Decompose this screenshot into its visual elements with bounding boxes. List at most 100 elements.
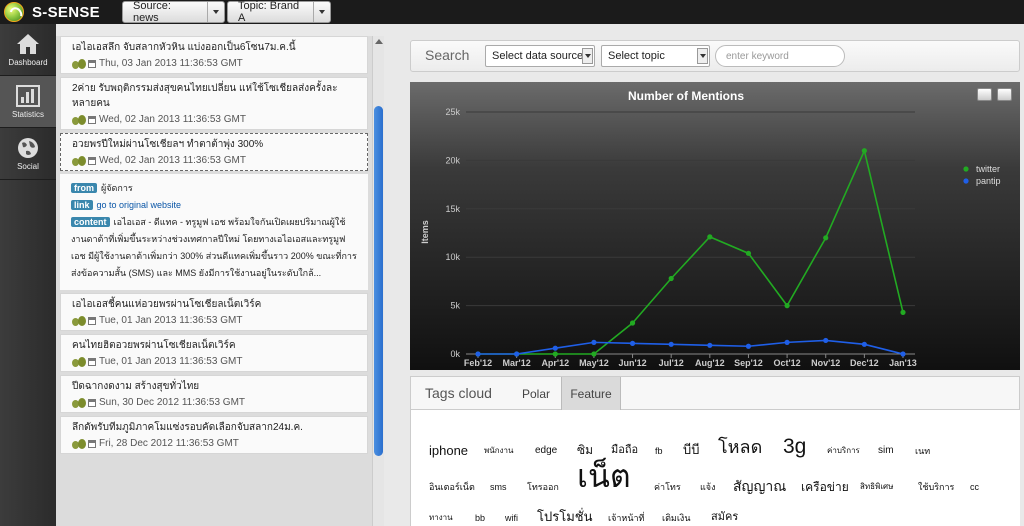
data-point-twitter	[552, 351, 558, 357]
print-icon[interactable]	[977, 88, 992, 101]
news-item[interactable]: 2ค่าย รับพฤติกรรมส่งสุขคนไทยเปลี่ยน แห่ใ…	[60, 77, 368, 130]
original-website-link[interactable]: go to original website	[97, 200, 182, 210]
people-icon	[72, 155, 86, 166]
tag-word[interactable]: wifi	[505, 514, 518, 523]
tag-word[interactable]: fb	[655, 447, 663, 456]
download-icon[interactable]	[997, 88, 1012, 101]
news-item[interactable]: ลึกดัพรับทีมภูมิภาคโมแซ่งรอบคัดเลือกจับส…	[60, 416, 368, 454]
news-date: Tue, 01 Jan 2013 11:36:53 GMT	[99, 315, 243, 326]
tag-word[interactable]: อินเตอร์เน็ต	[429, 483, 475, 492]
legend-label: twitter	[976, 164, 1000, 174]
tag-word[interactable]: iphone	[429, 444, 468, 457]
tag-word[interactable]: แจ้ง	[700, 483, 715, 492]
tag-word[interactable]: โปรโมชั่น	[537, 510, 592, 523]
y-axis-label: Items	[420, 220, 430, 244]
chevron-down-icon	[582, 48, 593, 64]
tag-word[interactable]: edge	[535, 446, 557, 456]
tag-word[interactable]: บีบี	[683, 443, 700, 456]
data-source-select[interactable]: Select data source	[485, 45, 595, 67]
source-dropdown[interactable]: Source: news	[122, 0, 225, 24]
nav-item-social[interactable]: Social	[0, 128, 56, 180]
sidebar-nav: Dashboard Statistics Social	[0, 24, 56, 526]
tag-word[interactable]: เน็ต	[577, 460, 631, 492]
news-item[interactable]: ปีดฉากงดงาม สร้างสุขทั่วไทย Sun, 30 Dec …	[60, 375, 368, 413]
nav-item-dashboard[interactable]: Dashboard	[0, 24, 56, 76]
nav-item-statistics[interactable]: Statistics	[0, 76, 56, 128]
search-label: Search	[425, 47, 470, 63]
news-item[interactable]: คนไทยฮิตอวยพรผ่านโซเชียลเน็ตเวิร์ค Tue, …	[60, 334, 368, 372]
tag-word[interactable]: cc	[970, 483, 979, 492]
tag-word[interactable]: เติมเงิน	[662, 514, 690, 523]
tag-word[interactable]: สัญญาณ	[733, 479, 786, 493]
data-point-pantip	[591, 339, 597, 345]
y-tick-label: 10k	[445, 252, 460, 262]
tag-word[interactable]: พนักงาน	[484, 447, 513, 455]
data-source-select-value: Select data source	[492, 50, 584, 62]
x-tick-label: Mar'12	[503, 358, 531, 368]
legend-label: pantip	[976, 176, 1001, 186]
calendar-icon	[88, 59, 96, 68]
data-point-pantip	[900, 351, 906, 357]
news-list: เอไอเอสลึก จับสลากหัวหิน แบ่งออกเป็น6โซน…	[56, 36, 372, 526]
tag-word[interactable]: sim	[878, 446, 894, 456]
tag-word[interactable]: เนท	[915, 447, 930, 456]
data-point-pantip	[629, 340, 636, 346]
tag-word[interactable]: เครือข่าย	[801, 481, 849, 493]
news-date: Sun, 30 Dec 2012 11:36:53 GMT	[99, 397, 246, 408]
topic-select-value: Select topic	[608, 50, 665, 62]
bar-chart-icon	[16, 84, 40, 107]
from-badge: from	[71, 183, 97, 193]
tab-feature[interactable]: Feature	[561, 377, 621, 410]
keyword-input[interactable]: enter keyword	[715, 45, 845, 67]
home-icon	[17, 33, 39, 54]
news-list-scrollbar[interactable]	[372, 36, 384, 526]
tag-word[interactable]: สิทธิพิเศษ	[860, 483, 893, 491]
scrollbar-thumb[interactable]	[374, 106, 383, 456]
news-title: คนไทยฮิตอวยพรผ่านโซเชียลเน็ตเวิร์ค	[72, 340, 236, 351]
tag-word[interactable]: ซิม	[577, 444, 593, 456]
tag-word[interactable]: bb	[475, 514, 485, 523]
tags-cloud-header: Tags cloud Polar Feature	[410, 376, 1020, 410]
app-logo[interactable]: S-SENSE	[0, 0, 112, 24]
x-tick-label: Dec'12	[850, 358, 879, 368]
source-dropdown-label: Source: news	[123, 0, 209, 24]
news-item-selected[interactable]: อวยพรปีใหม่ผ่านโซเชียลฯ ทำตาต้าพุ่ง 300%…	[60, 133, 368, 171]
nav-label: Social	[17, 161, 39, 171]
y-tick-label: 15k	[445, 204, 460, 214]
tag-word[interactable]: สมัคร	[711, 512, 738, 523]
content-text: เอไอเอส - ดีแทค - ทรูมูฟ เอช พร้อมใจกันเ…	[71, 217, 357, 278]
tag-word[interactable]: 3g	[783, 436, 806, 457]
tag-word[interactable]: ทางาน	[429, 514, 453, 522]
people-icon	[72, 438, 86, 449]
tag-word[interactable]: มือถือ	[611, 445, 638, 456]
tag-word[interactable]: ค่าโทร	[654, 483, 681, 492]
data-point-pantip	[745, 343, 752, 349]
calendar-icon	[88, 439, 96, 448]
calendar-icon	[88, 316, 96, 325]
data-point-twitter	[591, 351, 597, 357]
topic-select[interactable]: Select topic	[601, 45, 710, 67]
tag-word[interactable]: โทรออก	[527, 483, 559, 492]
data-point-twitter	[900, 309, 906, 315]
tag-word[interactable]: เจ้าหน้าที่	[608, 514, 644, 523]
people-icon	[72, 58, 86, 69]
news-item[interactable]: เอไอเอสชี้คนแห่อวยพรผ่านโซเชียลเน็ตเวิร์…	[60, 293, 368, 331]
tag-word[interactable]: ใช้บริการ	[918, 483, 954, 492]
news-title: อวยพรปีใหม่ผ่านโซเชียลฯ ทำตาต้าพุ่ง 300%	[72, 139, 264, 150]
chevron-down-icon	[697, 48, 708, 64]
search-bar: Search Select data source Select topic e…	[410, 40, 1020, 72]
scroll-up-icon[interactable]	[375, 39, 383, 44]
tag-word[interactable]: ค่าบริการ	[827, 447, 860, 455]
data-point-pantip	[552, 345, 558, 351]
news-item[interactable]: เอไอเอสลึก จับสลากหัวหิน แบ่งออกเป็น6โซน…	[60, 36, 368, 74]
tag-word[interactable]: sms	[490, 483, 507, 492]
chart-title: Number of Mentions	[628, 89, 744, 103]
data-point-pantip	[475, 351, 481, 357]
topic-dropdown[interactable]: Topic: Brand A	[227, 0, 331, 24]
tag-word[interactable]: โหลด	[718, 438, 762, 456]
x-tick-label: Feb'12	[464, 358, 492, 368]
legend-marker-pantip	[963, 178, 969, 184]
tags-cloud: iphone พนักงาน edge ซิม มือถือ fb บีบี โ…	[410, 410, 1020, 526]
news-date: Wed, 02 Jan 2013 11:36:53 GMT	[99, 114, 246, 125]
tab-polar[interactable]: Polar	[511, 377, 561, 410]
